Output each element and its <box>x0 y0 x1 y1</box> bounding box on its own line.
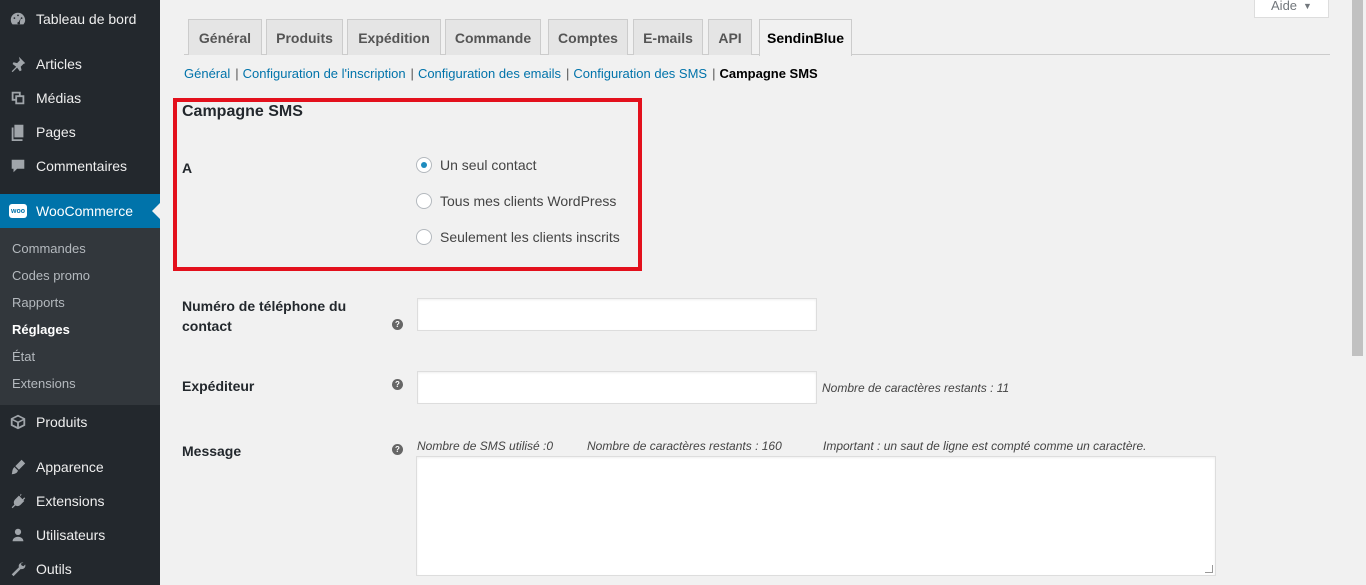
scrollbar-thumb[interactable] <box>1352 0 1363 356</box>
woo-badge: woo <box>9 204 27 218</box>
menu-label: Médias <box>36 90 82 106</box>
menu-item-media[interactable]: Médias <box>0 81 160 115</box>
menu-item-plugins[interactable]: Extensions <box>0 484 160 518</box>
woo-icon: woo <box>0 204 36 218</box>
menu-item-tools[interactable]: Outils <box>0 552 160 585</box>
menu-label: Apparence <box>36 459 104 475</box>
submenu-item-settings[interactable]: Réglages <box>12 322 70 337</box>
tab-api[interactable]: API <box>708 19 752 55</box>
media-icon <box>0 89 36 107</box>
menu-label: WooCommerce <box>36 203 133 219</box>
submenu-item-extensions[interactable]: Extensions <box>12 376 76 391</box>
menu-label: Tableau de bord <box>36 11 137 27</box>
menu-label: Produits <box>36 414 88 430</box>
menu-item-products[interactable]: Produits <box>0 405 160 439</box>
settings-tabs: Général Produits Expédition Commande Com… <box>184 0 1330 56</box>
menu-item-users[interactable]: Utilisateurs <box>0 518 160 552</box>
radio-unchecked[interactable] <box>416 193 432 209</box>
submenu-item-reports[interactable]: Rapports <box>12 295 65 310</box>
tab-shipping[interactable]: Expédition <box>347 19 441 55</box>
menu-item-woocommerce[interactable]: woo WooCommerce <box>0 194 160 228</box>
separator: | <box>410 66 414 81</box>
subnav-link-signup[interactable]: Configuration de l'inscription <box>243 66 406 81</box>
subnav-link-emails[interactable]: Configuration des emails <box>418 66 561 81</box>
menu-label: Outils <box>36 561 72 577</box>
sender-input[interactable] <box>417 371 817 404</box>
message-label: Message <box>182 443 242 459</box>
help-tip-icon[interactable]: ? <box>392 379 403 390</box>
section-title: Campagne SMS <box>182 103 303 120</box>
tab-accounts[interactable]: Comptes <box>548 19 628 55</box>
highlight-box <box>173 98 642 271</box>
phone-label-line1: Numéro de téléphone du <box>182 298 347 314</box>
tab-sendinblue[interactable]: SendinBlue <box>759 19 852 56</box>
phone-input[interactable] <box>417 298 817 331</box>
sms-used-count: Nombre de SMS utilisé :0 <box>417 439 554 453</box>
admin-sidebar: Tableau de bord Articles Médias Pages Co… <box>0 0 160 585</box>
menu-item-appearance[interactable]: Apparence <box>0 450 160 484</box>
subnav-link-sms[interactable]: Configuration des SMS <box>573 66 707 81</box>
pages-icon <box>0 123 36 141</box>
active-arrow-icon <box>152 203 160 219</box>
menu-label: Utilisateurs <box>36 527 106 543</box>
pin-icon <box>0 55 36 73</box>
submenu-item-status[interactable]: État <box>12 349 35 364</box>
comment-icon <box>0 157 36 175</box>
separator: | <box>566 66 570 81</box>
radio-unchecked[interactable] <box>416 229 432 245</box>
menu-item-dashboard[interactable]: Tableau de bord <box>0 2 160 36</box>
radio-single-contact[interactable]: Un seul contact <box>416 157 537 173</box>
recipient-label: A <box>182 160 193 176</box>
submenu-item-coupons[interactable]: Codes promo <box>12 268 90 283</box>
tab-products[interactable]: Produits <box>266 19 343 55</box>
sender-label: Expéditeur <box>182 378 255 394</box>
subnav-current: Campagne SMS <box>719 66 818 81</box>
message-note: Important : un saut de ligne est compté … <box>823 439 1147 453</box>
submenu-item-orders[interactable]: Commandes <box>12 241 86 256</box>
dashboard-icon <box>0 10 36 28</box>
radio-dot <box>421 162 427 168</box>
tab-emails[interactable]: E-mails <box>633 19 703 55</box>
wrench-icon <box>0 560 36 578</box>
user-icon <box>0 526 36 544</box>
message-remaining-chars: Nombre de caractères restants : 160 <box>587 439 782 453</box>
menu-item-pages[interactable]: Pages <box>0 115 160 149</box>
tab-orders[interactable]: Commande <box>445 19 541 55</box>
menu-item-comments[interactable]: Commentaires <box>0 149 160 183</box>
radio-checked[interactable] <box>416 157 432 173</box>
subnav-link-general[interactable]: Général <box>184 66 230 81</box>
radio-all-wp-clients[interactable]: Tous mes clients WordPress <box>416 193 616 209</box>
plugin-icon <box>0 492 36 510</box>
box-icon <box>0 413 36 431</box>
radio-label: Un seul contact <box>440 157 537 173</box>
separator: | <box>235 66 239 81</box>
separator: | <box>712 66 716 81</box>
help-tip-icon[interactable]: ? <box>392 444 403 455</box>
message-textarea[interactable] <box>416 456 1216 576</box>
woocommerce-submenu: Commandes Codes promo Rapports Réglages … <box>0 228 160 405</box>
section-subnav: Général | Configuration de l'inscription | C… <box>184 66 818 81</box>
radio-subscribed-clients[interactable]: Seulement les clients inscrits <box>416 229 620 245</box>
radio-label: Tous mes clients WordPress <box>440 193 617 209</box>
sender-remaining-chars: Nombre de caractères restants : 11 <box>822 381 1010 395</box>
phone-label-line2: contact <box>182 318 232 334</box>
menu-item-articles[interactable]: Articles <box>0 47 160 81</box>
brush-icon <box>0 458 36 476</box>
menu-label: Extensions <box>36 493 105 509</box>
radio-label: Seulement les clients inscrits <box>440 229 620 245</box>
tab-general[interactable]: Général <box>188 19 262 55</box>
menu-label: Commentaires <box>36 158 128 174</box>
help-tip-icon[interactable]: ? <box>392 319 403 330</box>
resize-handle-icon[interactable] <box>1205 565 1213 573</box>
phone-label: Numéro de téléphone du contact <box>182 296 346 336</box>
menu-label: Pages <box>36 124 76 140</box>
menu-label: Articles <box>36 56 82 72</box>
